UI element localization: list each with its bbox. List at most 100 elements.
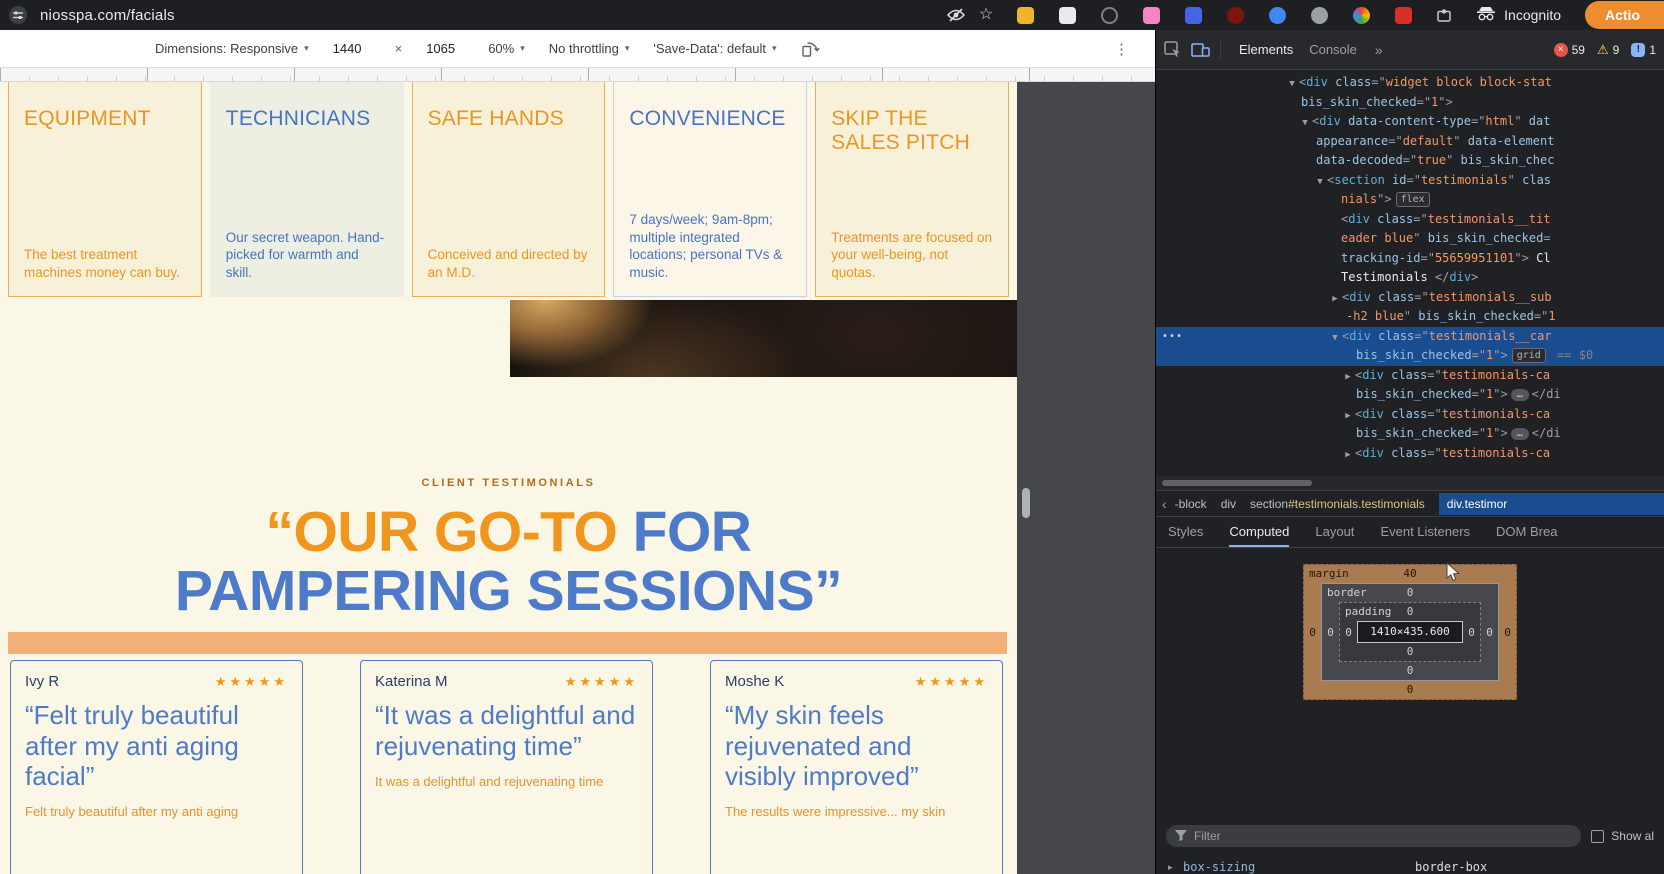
tree-node[interactable]: eader blue" bis_skin_checked= (1156, 229, 1664, 249)
viewport-gutter (1017, 82, 1155, 874)
collapsed-children-icon[interactable]: … (1511, 389, 1529, 401)
elements-tree: ▼<div class="widget block block-statbis_… (1156, 70, 1664, 476)
tab-event-listeners[interactable]: Event Listeners (1380, 517, 1470, 547)
save-data-select[interactable]: 'Save-Data': default ▾ (653, 41, 776, 56)
dimensions-select[interactable]: Dimensions: Responsive ▾ (155, 41, 309, 56)
tab-styles[interactable]: Styles (1168, 517, 1203, 547)
tree-node[interactable]: bis_skin_checked="1"> (1156, 93, 1664, 113)
testimonial-cards: Ivy R★★★★★“Felt truly beautiful after my… (0, 660, 1017, 874)
rotate-viewport-icon[interactable] (801, 40, 820, 57)
tree-node[interactable]: data-decoded="true" bis_skin_chec (1156, 151, 1664, 171)
box-model-border[interactable]: border0 0 padding0 0 1410×435.600 0 (1321, 583, 1499, 681)
tab-layout[interactable]: Layout (1315, 517, 1354, 547)
filter-input[interactable] (1166, 825, 1581, 847)
tree-node[interactable]: -h2 blue" bis_skin_checked="1 (1156, 307, 1664, 327)
device-toolbar-menu-icon[interactable]: ⋮ (1114, 40, 1129, 58)
breadcrumb-item[interactable]: div (1221, 497, 1236, 511)
tree-node[interactable]: ▼<section id="testimonials" clas (1156, 171, 1664, 191)
tab-dom-brea[interactable]: DOM Brea (1496, 517, 1557, 547)
extension-icon[interactable] (1143, 7, 1160, 24)
tab-computed[interactable]: Computed (1229, 517, 1289, 547)
tree-node[interactable]: ▶<div class="testimonials-ca (1156, 366, 1664, 386)
action-button[interactable]: Actio (1585, 1, 1664, 29)
tree-node[interactable]: Testimonials </div> (1156, 268, 1664, 288)
testimonial-excerpt: It was a delightful and rejuvenating tim… (375, 773, 638, 792)
border-bottom-value: 0 (1322, 662, 1498, 680)
node-hint-icon[interactable]: ••• (1162, 327, 1183, 347)
tab-console[interactable]: Console (1301, 42, 1365, 57)
device-toolbar-toggle-icon[interactable] (1191, 42, 1210, 58)
box-model-padding[interactable]: padding0 0 1410×435.600 0 0 (1339, 602, 1481, 662)
box-model-content[interactable]: 1410×435.600 (1357, 621, 1463, 643)
box-model-margin[interactable]: margin40 0 border0 0 padding0 0 (1303, 564, 1517, 700)
emulation-pane: Dimensions: Responsive ▾ × 60% ▾ No thro… (0, 30, 1155, 874)
box-model[interactable]: margin40 0 border0 0 padding0 0 (1303, 564, 1517, 700)
breadcrumb: ‹ -block div section#testimonials.testimon… (1156, 490, 1664, 516)
url-text[interactable]: niosspa.com/facials (40, 7, 175, 24)
computed-filter-row: Show al (1156, 822, 1664, 850)
breadcrumb-item[interactable]: section#testimonials.testimonials (1250, 497, 1425, 511)
margin-left-value: 0 (1304, 583, 1321, 681)
tree-node[interactable]: ▶<div class="testimonials__sub (1156, 288, 1664, 308)
feature-card-title: EQUIPMENT (24, 107, 186, 131)
tree-node[interactable]: ▼<div class="widget block block-stat (1156, 73, 1664, 93)
extension-icon[interactable] (1269, 7, 1286, 24)
viewport-resize-handle[interactable] (1022, 488, 1030, 518)
viewport-width-input[interactable] (333, 41, 371, 56)
extension-icon[interactable] (1311, 7, 1328, 24)
tree-node[interactable]: bis_skin_checked="1">grid == $0 (1156, 346, 1664, 366)
save-data-value: 'Save-Data': default (653, 41, 766, 56)
more-tabs-icon[interactable]: » (1375, 42, 1383, 58)
tree-node[interactable]: •••▼<div class="testimonials__car (1156, 327, 1664, 347)
checkbox-icon[interactable] (1591, 830, 1604, 843)
tree-node[interactable]: appearance="default" data-element (1156, 132, 1664, 152)
padding-left-value: 0 (1340, 621, 1357, 643)
scrollbar-thumb[interactable] (1162, 480, 1312, 486)
tree-node[interactable]: bis_skin_checked="1">…</di (1156, 424, 1664, 444)
layout-badge[interactable]: grid (1512, 348, 1546, 363)
site-settings-icon[interactable] (8, 5, 28, 25)
inspect-element-icon[interactable] (1164, 41, 1181, 58)
dimensions-multiply: × (395, 41, 403, 56)
expand-arrow-icon[interactable]: ▶ (1341, 446, 1355, 466)
extension-icon[interactable] (1185, 7, 1202, 24)
tab-elements[interactable]: Elements (1231, 42, 1301, 57)
extension-icon[interactable] (1017, 7, 1034, 24)
tree-node[interactable]: ▼<div data-content-type="html" dat (1156, 112, 1664, 132)
breadcrumb-item[interactable]: -block (1175, 497, 1207, 511)
expand-arrow-icon[interactable]: ▸ (1168, 862, 1183, 873)
breadcrumb-scroll-left-icon[interactable]: ‹ (1162, 496, 1167, 512)
bookmark-star-icon[interactable]: ☆ (979, 7, 993, 23)
extensions-puzzle-icon[interactable] (1436, 7, 1452, 23)
chevron-down-icon: ▾ (304, 43, 309, 54)
warning-badge[interactable]: ⚠9 (1597, 42, 1619, 58)
throttling-select[interactable]: No throttling ▾ (549, 41, 630, 56)
tree-node[interactable]: <div class="testimonials__tit (1156, 210, 1664, 230)
extension-icon[interactable] (1101, 7, 1118, 24)
incognito-badge[interactable]: Incognito (1466, 6, 1571, 24)
computed-property-row[interactable]: ▸box-sizingborder-box (1156, 856, 1664, 874)
viewport-height-input[interactable] (426, 41, 464, 56)
tree-node[interactable]: tracking-id="55659951101"> Cl (1156, 249, 1664, 269)
error-badge[interactable]: ×59 (1554, 43, 1585, 57)
chevron-down-icon: ▾ (520, 43, 525, 54)
layout-badge[interactable]: flex (1396, 192, 1430, 207)
tree-node[interactable]: ▶<div class="testimonials-ca (1156, 444, 1664, 464)
eye-off-icon[interactable] (947, 7, 965, 23)
extension-icon[interactable] (1353, 7, 1370, 24)
tree-node[interactable]: bis_skin_checked="1">…</di (1156, 385, 1664, 405)
extension-icon[interactable] (1227, 7, 1244, 24)
breadcrumb-item[interactable]: div.testimor (1439, 493, 1664, 515)
issues-icon: ! (1631, 43, 1645, 57)
extension-icon[interactable] (1395, 7, 1412, 24)
horizontal-scrollbar[interactable] (1156, 476, 1664, 490)
show-all-toggle[interactable]: Show al (1591, 829, 1654, 843)
warning-icon: ⚠ (1597, 42, 1609, 58)
feature-card: CONVENIENCE7 days/week; 9am-8pm; multipl… (613, 82, 807, 297)
tree-node[interactable]: ▶<div class="testimonials-ca (1156, 405, 1664, 425)
collapsed-children-icon[interactable]: … (1511, 428, 1529, 440)
zoom-select[interactable]: 60% ▾ (488, 41, 525, 56)
extension-icon[interactable] (1059, 7, 1076, 24)
issues-badge[interactable]: !1 (1631, 43, 1656, 57)
tree-node[interactable]: nials">flex (1156, 190, 1664, 210)
